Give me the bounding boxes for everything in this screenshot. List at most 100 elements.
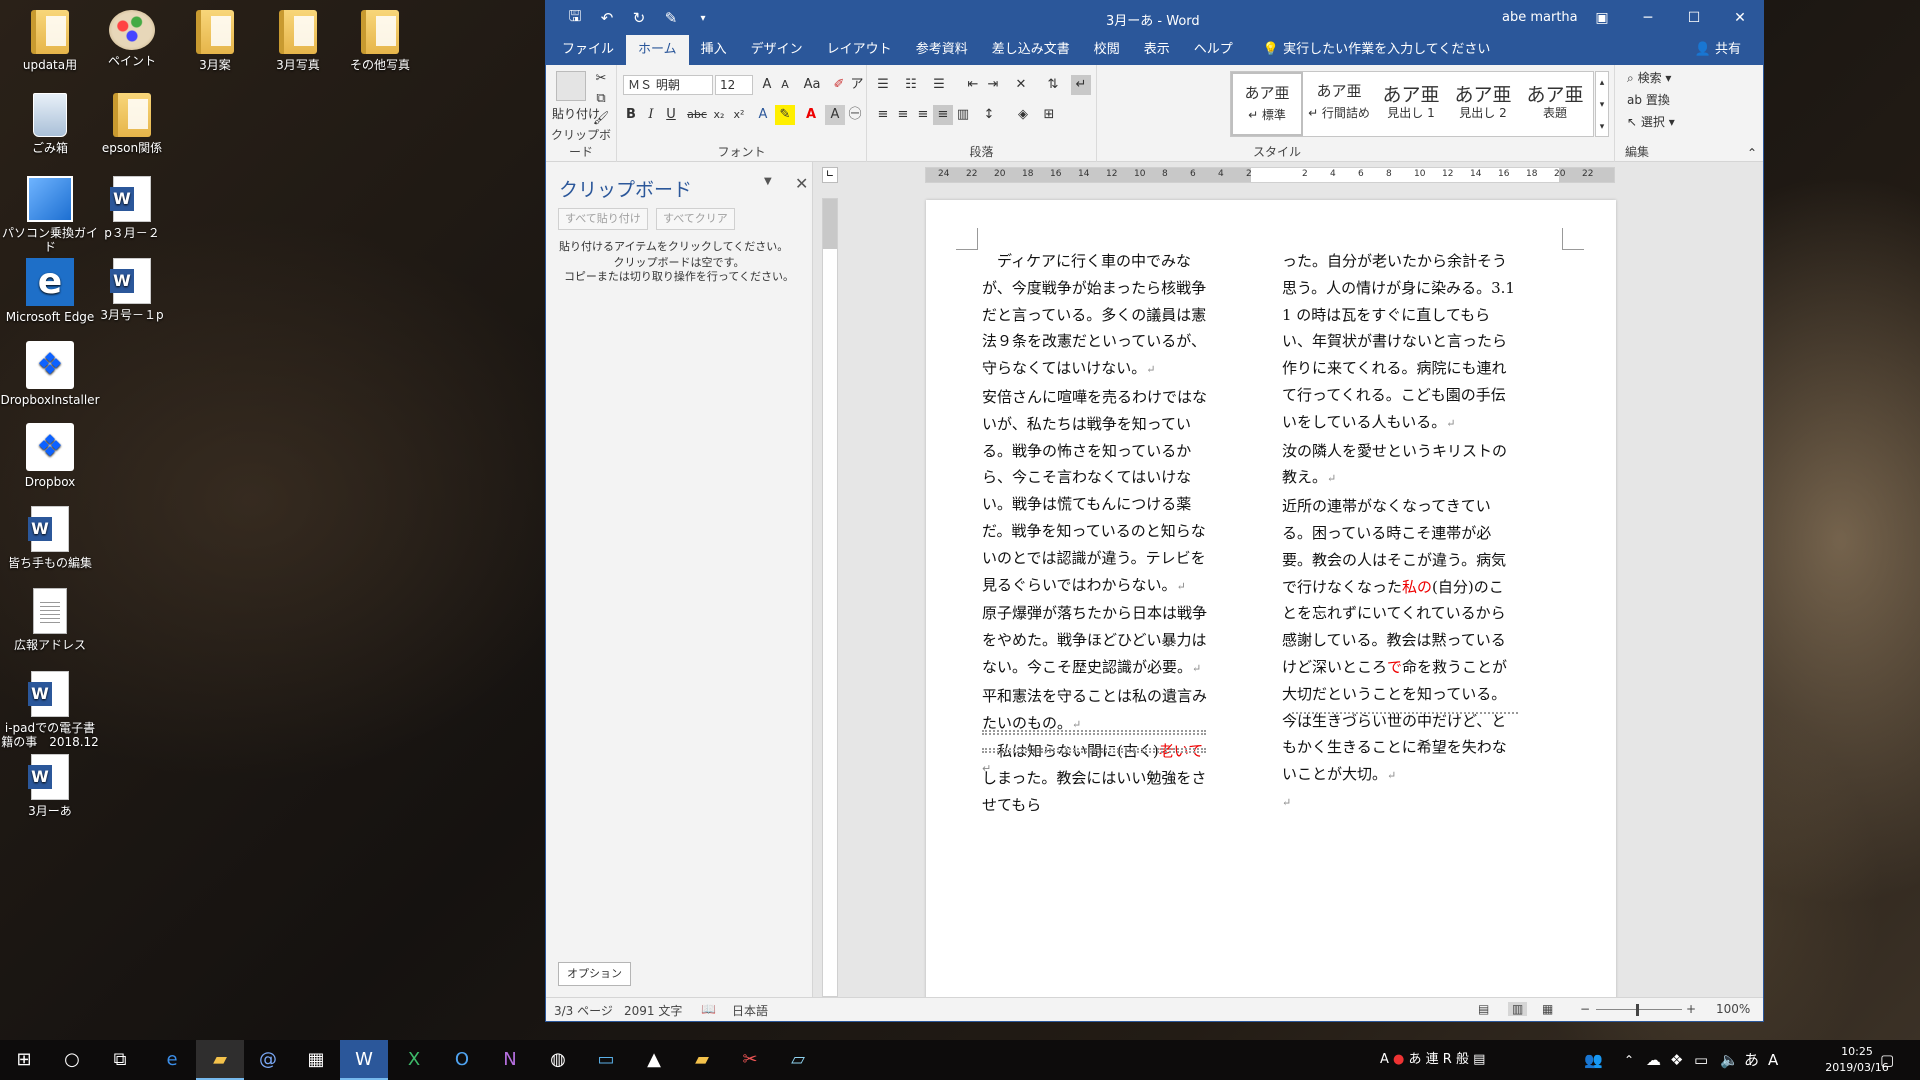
phonetic-guide-icon[interactable]: ア bbox=[847, 75, 867, 95]
character-shading-icon[interactable]: A bbox=[825, 105, 845, 125]
borders-icon[interactable]: ⊞ bbox=[1039, 105, 1059, 125]
subscript-icon[interactable]: x₂ bbox=[709, 105, 729, 125]
style-item[interactable]: あア亜 表題 bbox=[1519, 72, 1591, 136]
ribbon-tab[interactable]: デザイン bbox=[739, 35, 815, 65]
snipping-tool-icon[interactable]: ✂ bbox=[726, 1040, 774, 1080]
align-left-icon[interactable]: ≡ bbox=[873, 105, 893, 125]
sort-icon[interactable]: ⇅ bbox=[1043, 75, 1063, 95]
paint-taskbar-icon[interactable]: ◍ bbox=[534, 1040, 582, 1080]
word-count[interactable]: 2091 文字 bbox=[624, 1002, 682, 1019]
desktop-icon[interactable]: epson関係 bbox=[82, 85, 182, 181]
style-item[interactable]: あア亜 ↵ 行間詰め bbox=[1303, 72, 1375, 136]
edge-taskbar-icon[interactable]: e bbox=[148, 1040, 196, 1080]
grow-font-icon[interactable]: A bbox=[757, 75, 777, 95]
editing-group-label[interactable]: 編集 bbox=[1625, 143, 1765, 160]
format-painter-icon[interactable]: ✎ bbox=[662, 9, 680, 27]
align-center-icon[interactable]: ≡ bbox=[893, 105, 913, 125]
volume-icon[interactable]: 🔈 bbox=[1720, 1040, 1739, 1080]
clipboard-group-label[interactable]: クリップボード bbox=[546, 126, 616, 160]
ribbon-tab[interactable]: 参考資料 bbox=[904, 35, 980, 65]
paragraph-group-label[interactable]: 段落 bbox=[867, 143, 1096, 160]
eraser-app-icon[interactable]: ▱ bbox=[774, 1040, 822, 1080]
maximize-button[interactable]: ☐ bbox=[1671, 1, 1717, 35]
action-center-icon[interactable]: ▢ bbox=[1880, 1040, 1894, 1080]
word-taskbar-icon[interactable]: W bbox=[340, 1040, 388, 1080]
proofing-icon[interactable]: 📖 bbox=[701, 1002, 716, 1016]
horizontal-ruler[interactable]: 24 22 20 18 16 14 12 10 8 6 4 2 2 4 6 8 10 12 14 16 18 20 22 bbox=[925, 167, 1615, 183]
cut-icon[interactable]: ✂ bbox=[591, 69, 611, 89]
share-button[interactable]: 👤 共有 bbox=[1695, 35, 1741, 65]
font-size-combo[interactable]: 12 bbox=[715, 75, 753, 95]
distributed-icon[interactable]: ▥ bbox=[953, 105, 973, 125]
desktop-icon[interactable]: 3月号－１p bbox=[82, 250, 182, 346]
change-case-icon[interactable]: Aa bbox=[799, 75, 825, 95]
font-group-label[interactable]: フォント bbox=[617, 143, 866, 160]
read-mode-icon[interactable]: ▤ bbox=[1478, 1002, 1489, 1016]
desktop-icon[interactable]: その他写真 bbox=[330, 2, 430, 98]
folder-taskbar-icon[interactable]: ▰ bbox=[678, 1040, 726, 1080]
mail-icon[interactable]: @ bbox=[244, 1040, 292, 1080]
ribbon-tab[interactable]: ホーム bbox=[626, 35, 689, 65]
desktop-icon[interactable]: ❖ Dropbox bbox=[0, 415, 100, 511]
ribbon-tab[interactable]: 校閲 bbox=[1082, 35, 1132, 65]
pane-options-icon[interactable]: ▼ bbox=[764, 176, 772, 187]
zoom-slider-thumb[interactable] bbox=[1636, 1004, 1639, 1016]
align-right-icon[interactable]: ≡ bbox=[913, 105, 933, 125]
ime-mode[interactable]: あ bbox=[1744, 1040, 1759, 1080]
vertical-ruler[interactable] bbox=[822, 198, 838, 997]
increase-indent-icon[interactable]: ⇥ bbox=[983, 75, 1003, 95]
find-button[interactable]: ⌕ 検索 ▾ bbox=[1627, 69, 1671, 86]
undo-icon[interactable]: ↶ bbox=[598, 9, 616, 27]
zoom-level[interactable]: 100% bbox=[1716, 1002, 1750, 1016]
show-formatting-marks-icon[interactable]: ↵ bbox=[1071, 75, 1091, 95]
text-effects-icon[interactable]: A bbox=[753, 105, 773, 125]
asian-layout-icon[interactable]: ✕ bbox=[1011, 75, 1031, 95]
multilevel-list-icon[interactable]: ☰ bbox=[929, 75, 949, 95]
desktop-icon[interactable]: i-padでの電子書籍の事 2018.12 bbox=[0, 663, 100, 759]
page-indicator[interactable]: 3/3 ページ bbox=[554, 1002, 613, 1019]
dropbox-tray-icon[interactable]: ❖ bbox=[1670, 1040, 1683, 1080]
font-name-combo[interactable]: ＭＳ 明朝 bbox=[623, 75, 713, 95]
onedrive-icon[interactable]: ☁ bbox=[1646, 1040, 1661, 1080]
show-hidden-icons[interactable]: ⌃ bbox=[1624, 1040, 1634, 1080]
collapse-ribbon-icon[interactable]: ⌃ bbox=[1747, 146, 1757, 160]
enclose-characters-icon[interactable]: ㊀ bbox=[845, 105, 865, 125]
calculator-icon[interactable]: ▦ bbox=[292, 1040, 340, 1080]
network-icon[interactable]: ▭ bbox=[1694, 1040, 1708, 1080]
task-view-icon[interactable]: ⧉ bbox=[96, 1040, 144, 1080]
bullets-icon[interactable]: ☰ bbox=[873, 75, 893, 95]
ribbon-tab[interactable]: ヘルプ bbox=[1182, 35, 1245, 65]
redo-icon[interactable]: ↻ bbox=[630, 9, 648, 27]
bold-icon[interactable]: B bbox=[621, 105, 641, 125]
close-button[interactable]: ✕ bbox=[1717, 1, 1763, 35]
clear-formatting-icon[interactable]: ✐ bbox=[829, 75, 849, 95]
desktop-icon[interactable]: 3月ーあ bbox=[0, 746, 100, 842]
shading-icon[interactable]: ◈ bbox=[1013, 105, 1033, 125]
shrink-font-icon[interactable]: A bbox=[775, 75, 795, 95]
ribbon-display-options-icon[interactable]: ▣ bbox=[1579, 1, 1625, 35]
language-indicator[interactable]: 日本語 bbox=[732, 1002, 768, 1019]
zoom-in-button[interactable]: + bbox=[1686, 1002, 1696, 1016]
style-item[interactable]: あア亜 見出し 1 bbox=[1375, 72, 1447, 136]
paste-all-button[interactable]: すべて貼り付け bbox=[558, 208, 648, 230]
tell-me-box[interactable]: 💡 実行したい作業を入力してください bbox=[1263, 35, 1491, 65]
start-button[interactable]: ⊞ bbox=[0, 1040, 48, 1080]
document-page[interactable]: ディケアに行く車の中でみなが、今度戦争が始まったら核戦争だと言っている。多くの議… bbox=[926, 200, 1616, 997]
strikethrough-icon[interactable]: abc bbox=[685, 105, 709, 125]
clear-all-button[interactable]: すべてクリア bbox=[656, 208, 735, 230]
excel-taskbar-icon[interactable]: X bbox=[390, 1040, 438, 1080]
ribbon-tab[interactable]: ファイル bbox=[550, 35, 626, 65]
replace-button[interactable]: ab 置換 bbox=[1627, 91, 1670, 108]
style-item[interactable]: あア亜 ↵ 標準 bbox=[1231, 72, 1303, 136]
app-taskbar-icon[interactable]: ▭ bbox=[582, 1040, 630, 1080]
photos-taskbar-icon[interactable]: ▲ bbox=[630, 1040, 678, 1080]
ribbon-tab[interactable]: 挿入 bbox=[689, 35, 739, 65]
style-gallery-scroll[interactable]: ▴ ▾ ▾ bbox=[1595, 71, 1609, 137]
onenote-taskbar-icon[interactable]: N bbox=[486, 1040, 534, 1080]
style-item[interactable]: あア亜 見出し 2 bbox=[1447, 72, 1519, 136]
outlook-taskbar-icon[interactable]: O bbox=[438, 1040, 486, 1080]
search-icon[interactable]: ○ bbox=[48, 1040, 96, 1080]
customize-qat-icon[interactable]: ▾ bbox=[694, 13, 712, 24]
tab-selector[interactable]: ∟ bbox=[822, 167, 838, 183]
italic-icon[interactable]: I bbox=[641, 105, 661, 125]
